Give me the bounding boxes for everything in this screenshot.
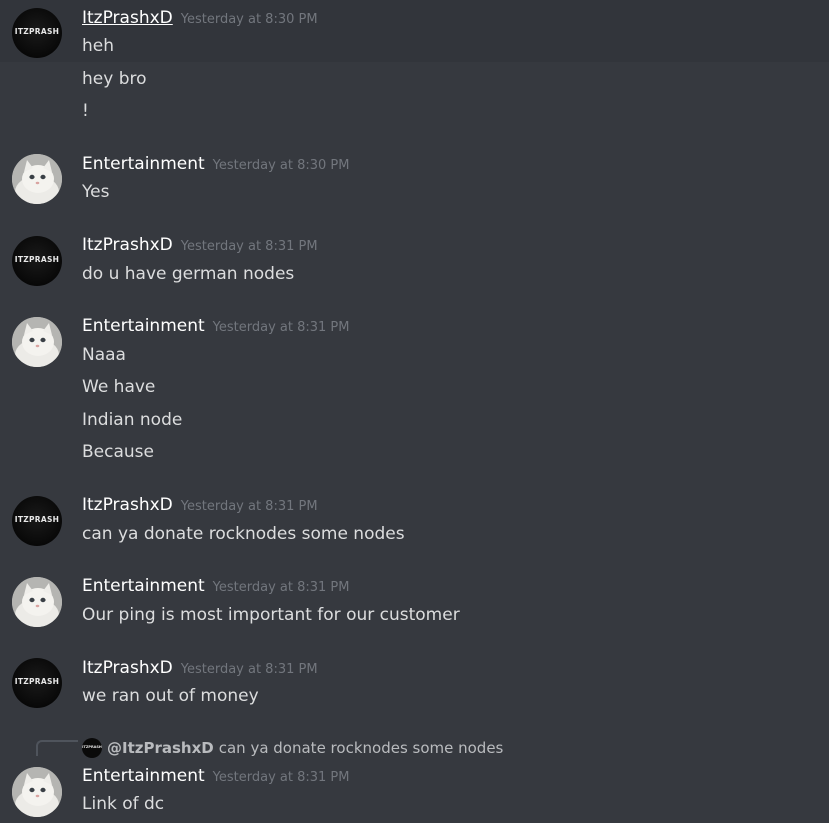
timestamp: Yesterday at 8:31 PM [180,662,318,677]
message-header: ItzPrashxD Yesterday at 8:31 PM [82,658,318,678]
message-text: hey bro [82,69,147,89]
avatar-label: ITZPRASH [14,677,60,686]
message-text: Link of dc [82,794,165,814]
username[interactable]: ItzPrashxD [82,8,173,28]
username[interactable]: Entertainment [82,576,205,596]
cat-avatar-icon [12,154,62,204]
timestamp: Yesterday at 8:31 PM [212,770,350,785]
timestamp: Yesterday at 8:30 PM [212,158,350,173]
message-text: Our ping is most important for our custo… [82,605,460,625]
message-header: ItzPrashxD Yesterday at 8:30 PM [82,8,318,28]
username[interactable]: Entertainment [82,316,205,336]
avatar[interactable] [12,767,62,817]
cat-avatar-icon [12,317,62,367]
message-header: Entertainment Yesterday at 8:31 PM [82,316,350,336]
username[interactable]: Entertainment [82,766,205,786]
message-text: Yes [82,182,110,202]
message-text: We have [82,377,156,397]
avatar-label: ITZPRASH [14,255,60,264]
timestamp: Yesterday at 8:31 PM [212,320,350,335]
timestamp: Yesterday at 8:31 PM [212,580,350,595]
message-header: Entertainment Yesterday at 8:30 PM [82,154,350,174]
message-text: do u have german nodes [82,264,295,284]
avatar-label: ITZPRASH [14,27,60,36]
message-text: Naaa [82,345,126,365]
avatar[interactable] [12,154,62,204]
avatar[interactable] [12,577,62,627]
avatar[interactable]: ITZPRASH [12,236,62,286]
cat-avatar-icon [12,767,62,817]
message-header: ItzPrashxD Yesterday at 8:31 PM [82,495,318,515]
message-header: Entertainment Yesterday at 8:31 PM [82,766,350,786]
message-text: heh [82,36,115,56]
cat-avatar-icon [12,577,62,627]
avatar[interactable]: ITZPRASH [12,658,62,708]
avatar[interactable] [12,317,62,367]
message-text: Because [82,442,154,462]
username[interactable]: ItzPrashxD [82,235,173,255]
avatar[interactable]: ITZPRASH [12,8,62,58]
avatar-label: ITZPRASH [14,515,60,524]
message-header: Entertainment Yesterday at 8:31 PM [82,576,350,596]
timestamp: Yesterday at 8:31 PM [180,239,318,254]
message-text: can ya donate rocknodes some nodes [82,524,405,544]
reply-text[interactable]: can ya donate rocknodes some nodes [219,739,504,757]
reply-avatar-label: ITZPRASH [82,745,102,749]
message-text: Indian node [82,410,183,430]
username[interactable]: ItzPrashxD [82,495,173,515]
username[interactable]: ItzPrashxD [82,658,173,678]
username[interactable]: Entertainment [82,154,205,174]
reply-preview[interactable]: ITZPRASH @ItzPrashxD can ya donate rockn… [82,738,503,758]
reply-username[interactable]: @ItzPrashxD [107,739,214,757]
avatar[interactable]: ITZPRASH [12,496,62,546]
chat-messages-panel: ITZPRASH ItzPrashxD Yesterday at 8:30 PM … [0,0,829,823]
message-text: we ran out of money [82,686,259,706]
message-text: ! [82,101,89,121]
reply-connector [36,740,78,756]
reply-avatar: ITZPRASH [82,738,102,758]
timestamp: Yesterday at 8:31 PM [180,499,318,514]
timestamp: Yesterday at 8:30 PM [180,12,318,27]
message-header: ItzPrashxD Yesterday at 8:31 PM [82,235,318,255]
